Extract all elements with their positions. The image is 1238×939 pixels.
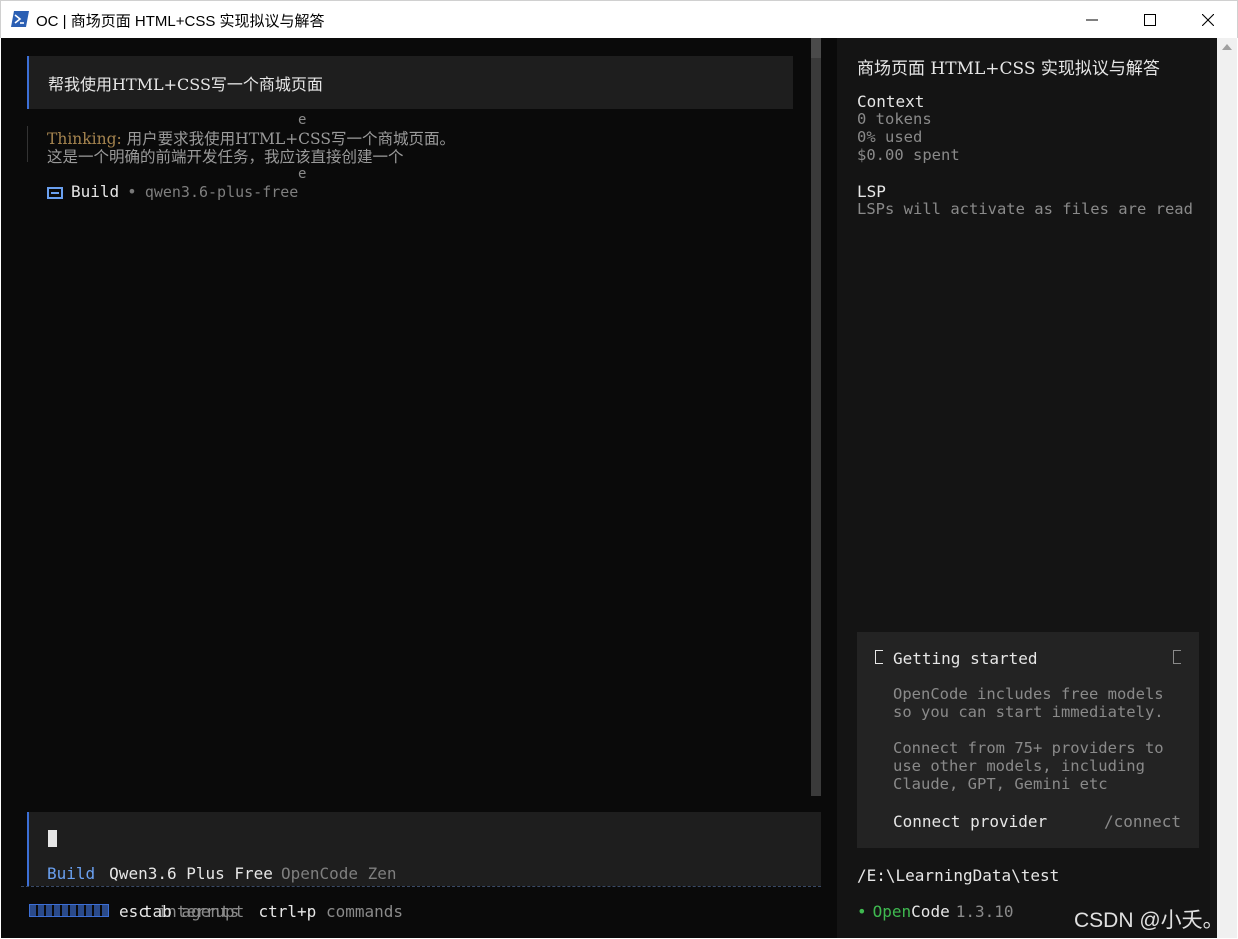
close-button[interactable] [1179,1,1237,39]
shortcut-hints: tab agents ctrl+p commands [143,902,403,921]
powershell-icon [11,11,29,27]
lsp-heading: LSP [857,182,886,201]
dismiss-icon[interactable] [1173,650,1181,664]
context-heading: Context [857,92,925,111]
tab-action: agents [181,902,240,921]
separator-dot: • [127,182,137,201]
model-selector[interactable]: Qwen3.6 Plus Free [109,864,273,883]
lsp-status: LSPs will activate as files are read [857,200,1193,218]
conversation-pane: 帮我使用HTML+CSS写一个商城页面 e Thinking: 用户要求我使用H… [1,38,821,938]
minimize-icon [1086,19,1098,21]
agent-selector[interactable]: Build [47,864,95,883]
scroll-up-icon[interactable] [1222,44,1232,50]
brand-code: Code [911,902,950,921]
maximize-icon [1144,14,1156,26]
user-message: 帮我使用HTML+CSS写一个商城页面 [27,56,793,109]
session-title: 商场页面 HTML+CSS 实现拟议与解答 [857,59,1160,79]
close-icon [1202,14,1214,26]
user-message-text: 帮我使用HTML+CSS写一个商城页面 [48,75,323,94]
minimize-button[interactable] [1063,1,1121,39]
gs-line-2: so you can start immediately. [893,703,1164,721]
status-dot: • [857,902,867,921]
version-number: 1.3.10 [955,902,1014,921]
build-icon [47,186,63,199]
thinking-border [27,126,29,162]
bracket-icon [875,650,883,664]
build-status: Build • qwen3.6-plus-free [47,182,298,201]
gs-line-3: Connect from 75+ providers to [893,739,1164,757]
conversation-scrollbar[interactable] [811,38,821,796]
ctrl-key: ctrl+p [258,902,317,921]
input-meta: Build Qwen3.6 Plus Free OpenCode Zen [47,864,397,883]
gs-line-1: OpenCode includes free models [893,685,1164,703]
working-directory: /E:\LearningData\test [857,866,1060,885]
gs-line-4: use other models, including [893,757,1145,775]
context-tokens: 0 tokens [857,110,932,128]
loading-spinner [29,904,109,917]
window-title: OC | 商场页面 HTML+CSS 实现拟议与解答 [36,13,325,30]
getting-started-title: Getting started [893,649,1038,668]
terminal: 帮我使用HTML+CSS写一个商城页面 e Thinking: 用户要求我使用H… [1,38,1237,938]
watermark: CSDN @小夭。 [1074,909,1224,932]
text-cursor [48,830,57,847]
scrollbar-thumb[interactable] [811,38,821,58]
sidebar: 商场页面 HTML+CSS 实现拟议与解答 Context 0 tokens 0… [837,38,1217,938]
context-spent: $0.00 spent [857,146,960,164]
maximize-button[interactable] [1121,1,1179,39]
stray-char: e [298,112,307,128]
progress-divider [21,886,821,898]
build-label: Build [71,182,120,201]
gs-line-5: Claude, GPT, Gemini etc [893,775,1108,793]
window-titlebar: OC | 商场页面 HTML+CSS 实现拟议与解答 [0,0,1238,38]
stray-char: e [298,166,307,182]
thinking-line-2: 这是一个明确的前端开发任务，我应该直接创建一个 [47,148,404,166]
version-info: • OpenCode 1.3.10 [857,902,1014,921]
prompt-input[interactable]: Build Qwen3.6 Plus Free OpenCode Zen [27,812,821,886]
build-model: qwen3.6-plus-free [144,183,299,201]
getting-started-card: Getting started OpenCode includes free m… [857,632,1199,848]
connect-provider-link[interactable]: Connect provider [893,812,1047,831]
ctrl-action: commands [325,902,403,921]
context-used: 0% used [857,128,923,146]
brand-open: Open [872,902,912,921]
connect-command: /connect [1103,812,1181,831]
provider-label: OpenCode Zen [280,864,397,883]
window-scrollbar[interactable] [1217,38,1237,938]
tab-key: tab [142,902,172,921]
